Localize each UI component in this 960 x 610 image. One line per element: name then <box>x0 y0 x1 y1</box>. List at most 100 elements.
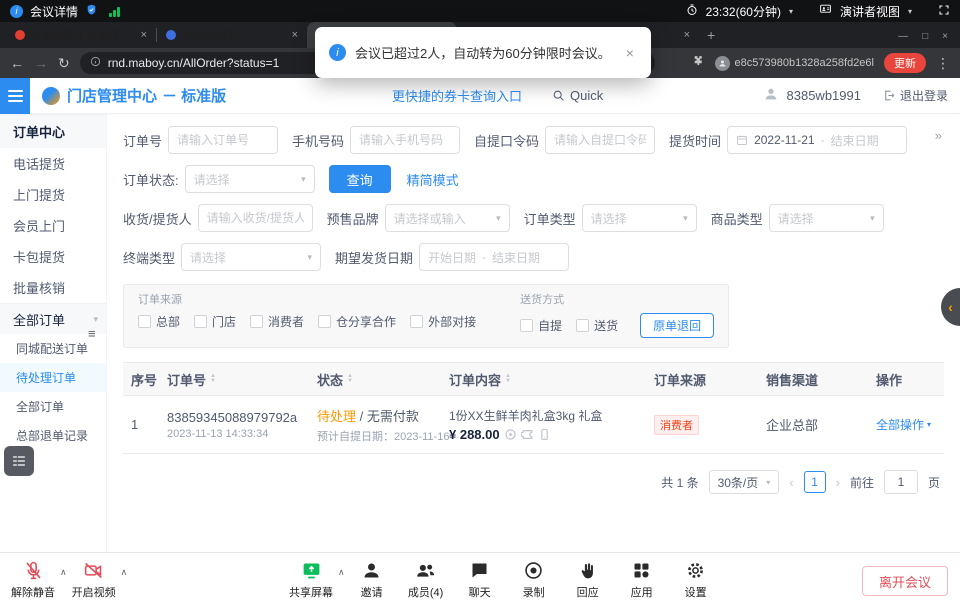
username[interactable]: 8385wb1991 <box>787 88 861 103</box>
checkbox-warehouse-coop[interactable]: 仓分享合作 <box>318 313 396 330</box>
current-page[interactable]: 1 <box>804 471 826 493</box>
browser-menu-icon[interactable]: ⋮ <box>936 56 950 70</box>
receiver-label: 收货/提货人 <box>123 209 192 228</box>
sidebar-section-order-center[interactable]: 订单中心 <box>0 114 106 148</box>
order-source-panel: 订单来源 总部 门店 消费者 仓分享合作 外部对接 送货方式 自提 <box>123 284 729 348</box>
reload-icon[interactable]: ↻ <box>58 56 70 70</box>
simple-mode-link[interactable]: 精简模式 <box>407 170 459 189</box>
order-source-label: 订单来源 <box>138 291 476 307</box>
order-status-select[interactable]: 请选择 ▾ <box>185 165 315 193</box>
prev-page-icon[interactable]: ‹ <box>789 475 793 490</box>
video-options-chevron-icon[interactable]: ∧ <box>121 567 128 600</box>
fullscreen-icon[interactable] <box>938 4 950 19</box>
sidebar-item-all-orders[interactable]: 全部订单 <box>0 392 106 421</box>
start-video-button[interactable]: 开启视频 <box>67 553 121 600</box>
order-number[interactable]: 83859345088979792a <box>167 410 309 425</box>
browser-update-button[interactable]: 更新 <box>884 53 926 73</box>
checkbox-consumer[interactable]: 消费者 <box>250 313 304 330</box>
meeting-details[interactable]: i 会议详情 <box>10 3 120 20</box>
reaction-button[interactable]: 回应 <box>561 553 615 600</box>
new-tab-button[interactable]: + <box>707 27 715 43</box>
page-size-select[interactable]: 30条/页 ▾ <box>709 470 780 494</box>
shield-check-icon[interactable] <box>85 3 98 20</box>
members-button[interactable]: 成员(4) <box>399 553 453 600</box>
window-minimize-icon[interactable]: — <box>898 31 908 42</box>
col-content[interactable]: 订单内容▲▼ <box>441 370 646 389</box>
goods-type-select[interactable]: 请选择 ▾ <box>769 204 884 232</box>
screen: i 会议详情 23:32(60分钟) ▾ 演讲者视图 ▾ <box>0 0 960 610</box>
browser-tab-2[interactable]: 系统培训学习 × <box>157 22 307 48</box>
share-screen-button[interactable]: 共享屏幕 <box>284 553 338 600</box>
order-no-input[interactable] <box>168 126 278 154</box>
checkbox-self-pickup[interactable]: 自提 <box>520 317 562 334</box>
share-options-chevron-icon[interactable]: ∧ <box>338 567 345 600</box>
collapse-filters-icon[interactable]: » <box>935 128 942 143</box>
quick-search[interactable]: Quick <box>552 88 603 103</box>
tab5-close-icon[interactable]: × <box>684 29 690 41</box>
search-button[interactable]: 查询 <box>329 165 391 193</box>
checkbox-hq[interactable]: 总部 <box>138 313 180 330</box>
terminal-type-select[interactable]: 请选择 ▾ <box>181 243 321 271</box>
window-maximize-icon[interactable]: □ <box>922 31 928 42</box>
order-type-select[interactable]: 请选择 ▾ <box>582 204 697 232</box>
coupon-query-link[interactable]: 更快捷的券卡查询入口 <box>392 86 522 105</box>
col-action: 操作 <box>868 370 944 389</box>
tab1-close-icon[interactable]: × <box>141 29 147 41</box>
sidebar-item-phone-pickup[interactable]: 电话提货 <box>0 148 106 179</box>
view-chevron-icon[interactable]: ▾ <box>908 7 912 16</box>
checkbox-external[interactable]: 外部对接 <box>410 313 476 330</box>
unmute-label: 解除静音 <box>11 584 55 600</box>
sidebar-item-door-pickup[interactable]: 上门提货 <box>0 179 106 210</box>
leave-meeting-button[interactable]: 离开会议 <box>862 566 948 596</box>
toast-close-icon[interactable]: × <box>626 45 634 61</box>
back-icon[interactable]: ← <box>10 56 24 70</box>
logout-label: 退出登录 <box>900 87 948 104</box>
unmute-button[interactable]: 解除静音 <box>6 553 60 600</box>
floating-list-button[interactable] <box>4 446 34 476</box>
next-page-icon[interactable]: › <box>836 475 840 490</box>
site-info-icon[interactable] <box>90 56 101 70</box>
checkbox-delivery[interactable]: 送货 <box>576 317 618 334</box>
tab2-close-icon[interactable]: × <box>292 29 298 41</box>
chevron-down-icon: ▾ <box>93 314 98 325</box>
mic-options-chevron-icon[interactable]: ∧ <box>60 567 67 600</box>
timer-chevron-icon[interactable]: ▾ <box>789 7 793 16</box>
apps-button[interactable]: 应用 <box>615 553 669 600</box>
browser-tab-1[interactable]: 礼盒电商平台管理中心 × <box>6 22 156 48</box>
pickup-code-input[interactable] <box>545 126 655 154</box>
brand-select[interactable]: 请选择或输入 ▾ <box>385 204 510 232</box>
phone-input[interactable] <box>350 126 460 154</box>
original-return-button[interactable]: 原单退回 <box>640 313 714 338</box>
sort-icon[interactable]: ▲▼ <box>210 374 216 384</box>
extensions-puzzle-icon[interactable] <box>692 54 705 72</box>
col-order-no[interactable]: 订单号▲▼ <box>159 370 309 389</box>
sort-icon[interactable]: ▲▼ <box>505 374 511 384</box>
window-close-icon[interactable]: × <box>942 31 948 42</box>
goto-page-input[interactable] <box>884 470 918 494</box>
network-signal-icon[interactable] <box>109 6 120 17</box>
record-button[interactable]: 录制 <box>507 553 561 600</box>
logout-button[interactable]: 退出登录 <box>883 87 948 104</box>
sort-icon[interactable]: ▲▼ <box>347 374 353 384</box>
browser-profile-chip[interactable]: e8c573980b1328a258fd2e6l <box>715 56 874 71</box>
sidebar-item-card-pickup[interactable]: 卡包提货 <box>0 241 106 272</box>
checkbox-store[interactable]: 门店 <box>194 313 236 330</box>
sidebar-item-batch-verify[interactable]: 批量核销 <box>0 272 106 303</box>
sidebar-toggle-button[interactable] <box>0 78 30 114</box>
pickup-time-range[interactable]: 2022-11-21 - 结束日期 <box>727 126 907 154</box>
menu-drag-handle-icon[interactable]: ≡ <box>88 327 96 340</box>
receiver-input[interactable] <box>198 204 313 232</box>
view-mode-label[interactable]: 演讲者视图 <box>840 3 900 20</box>
profile-text: e8c573980b1328a258fd2e6l <box>735 57 874 69</box>
ship-date-range[interactable]: 开始日期 - 结束日期 <box>419 243 569 271</box>
invite-button[interactable]: 邀请 <box>345 553 399 600</box>
col-status[interactable]: 状态▲▼ <box>309 370 441 389</box>
sidebar-item-pending-orders[interactable]: 待处理订单 <box>0 363 106 392</box>
sidebar-item-member-visit[interactable]: 会员上门 <box>0 210 106 241</box>
all-actions-dropdown[interactable]: 全部操作 ▾ <box>876 416 944 433</box>
chat-button[interactable]: 聊天 <box>453 553 507 600</box>
settings-button[interactable]: 设置 <box>669 553 723 600</box>
forward-icon[interactable]: → <box>34 56 48 70</box>
pickup-end-placeholder: 结束日期 <box>831 132 879 149</box>
wechat-icon <box>504 428 517 441</box>
